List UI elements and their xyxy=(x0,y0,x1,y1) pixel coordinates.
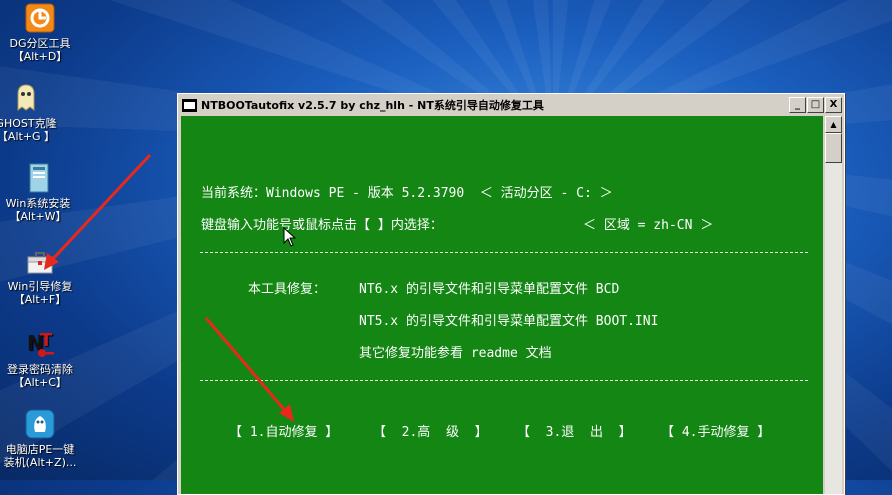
annotation-arrows xyxy=(44,153,294,422)
arrow-to-auto-repair-icon xyxy=(204,317,294,422)
arrow-to-boot-repair-icon xyxy=(44,153,152,270)
